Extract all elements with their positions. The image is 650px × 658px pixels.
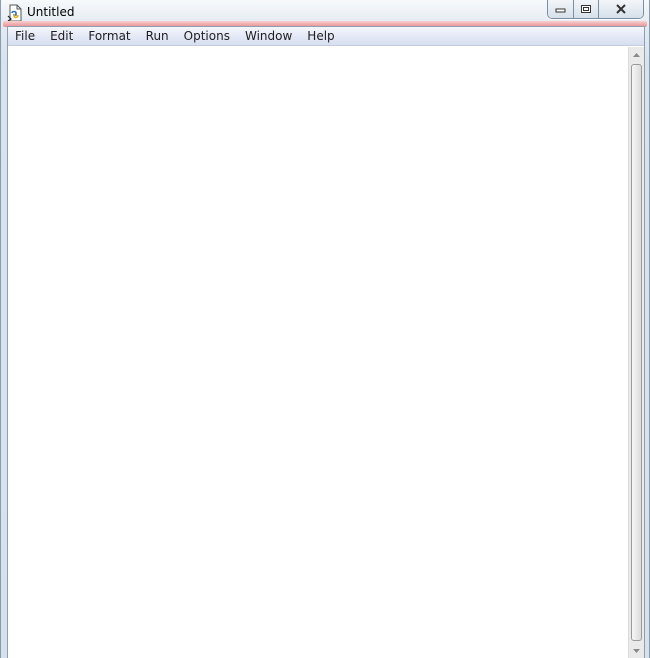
vertical-scrollbar[interactable] bbox=[628, 47, 644, 658]
scroll-down-arrow-icon bbox=[633, 649, 640, 653]
code-editor-textarea[interactable] bbox=[8, 47, 628, 658]
caption-buttons bbox=[547, 0, 644, 19]
close-button[interactable] bbox=[598, 0, 643, 18]
python-idle-icon bbox=[7, 4, 22, 22]
idle-editor-window: Untitled File Edit Format Run Options Wi… bbox=[0, 0, 650, 658]
scroll-up-arrow-icon bbox=[633, 53, 640, 57]
scroll-thumb[interactable] bbox=[631, 64, 642, 641]
menu-edit[interactable]: Edit bbox=[45, 28, 78, 45]
menu-run[interactable]: Run bbox=[141, 28, 174, 45]
menu-window[interactable]: Window bbox=[240, 28, 297, 45]
menu-format[interactable]: Format bbox=[83, 28, 135, 45]
menu-help[interactable]: Help bbox=[302, 28, 339, 45]
minimize-icon bbox=[555, 8, 566, 13]
window-title: Untitled bbox=[27, 5, 75, 19]
menu-options[interactable]: Options bbox=[179, 28, 235, 45]
scroll-down-button[interactable] bbox=[629, 643, 644, 658]
minimize-button[interactable] bbox=[548, 0, 573, 18]
editor-client-area: File Edit Format Run Options Window Help bbox=[7, 26, 645, 658]
close-icon bbox=[616, 4, 626, 14]
menu-file[interactable]: File bbox=[10, 28, 40, 45]
menu-bar: File Edit Format Run Options Window Help bbox=[8, 27, 644, 46]
scroll-up-button[interactable] bbox=[629, 47, 644, 63]
restore-button[interactable] bbox=[573, 0, 598, 18]
restore-icon bbox=[581, 5, 591, 13]
